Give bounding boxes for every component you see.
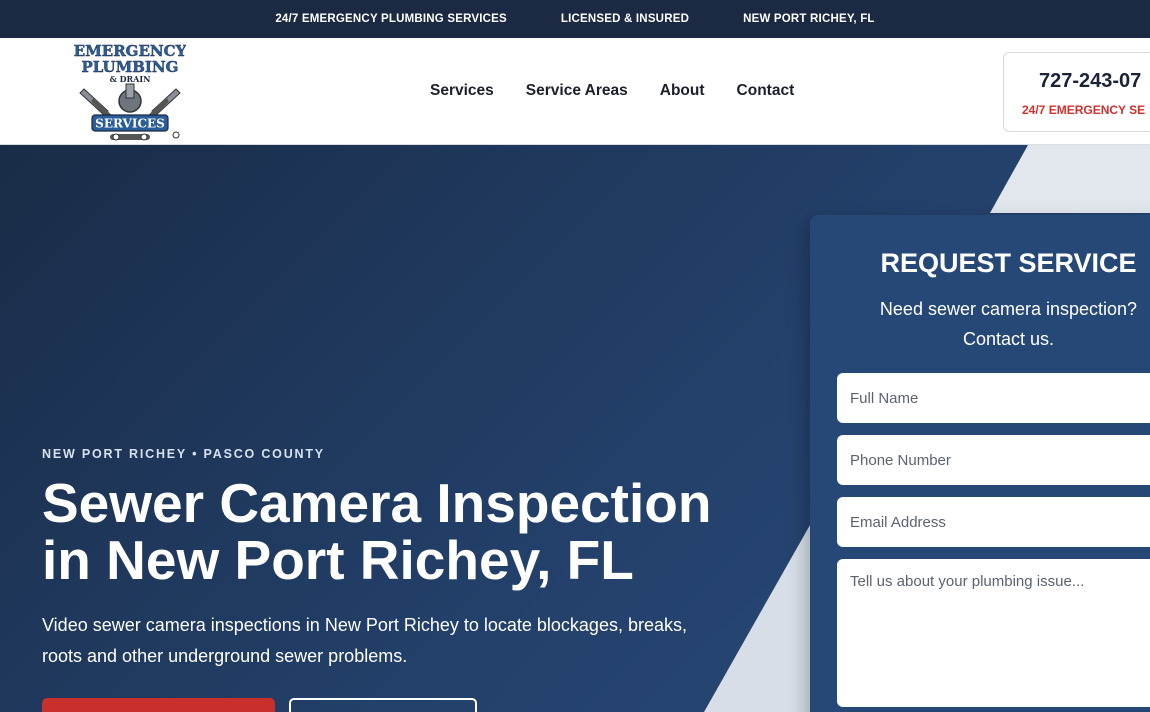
site-header: EMERGENCY PLUMBING & DRAIN SERVICES Serv… (0, 38, 1150, 145)
full-name-input[interactable] (837, 373, 1150, 423)
hero-secondary-button[interactable] (289, 698, 477, 712)
form-title: REQUEST SERVICE (880, 248, 1137, 278)
topbar-licensed-text: LICENSED & INSURED (560, 13, 690, 25)
topbar-emergency-text: 24/7 EMERGENCY PLUMBING SERVICES (275, 13, 507, 25)
phone-call-box[interactable]: 727-243-07 24/7 EMERGENCY SE (1003, 52, 1150, 132)
issue-description-textarea[interactable] (837, 559, 1150, 707)
form-subtitle-line1: Need sewer camera inspection? (879, 299, 1138, 319)
hero-title-line2: in New Port Richey, FL (42, 529, 634, 591)
hero-desc-line1: Video sewer camera inspections in New Po… (42, 615, 687, 635)
phone-number-input[interactable] (837, 435, 1150, 485)
form-subtitle-line2: Contact us. (962, 329, 1055, 349)
topbar-location-text: NEW PORT RICHEY, FL (743, 13, 875, 25)
top-right-light-wedge (990, 145, 1150, 213)
nav-services-link[interactable]: Services (430, 82, 494, 100)
phone-subtitle: 24/7 EMERGENCY SE (1022, 103, 1146, 117)
email-address-input[interactable] (837, 497, 1150, 547)
hero-title: Sewer Camera Inspection in New Port Rich… (42, 475, 762, 589)
top-announcement-bar: 24/7 EMERGENCY PLUMBING SERVICES LICENSE… (0, 0, 1150, 38)
pipe-icon (110, 133, 150, 141)
hero-title-line1: Sewer Camera Inspection (42, 472, 712, 534)
registered-mark-icon (172, 131, 180, 139)
hero-section: NEW PORT RICHEY • PASCO COUNTY Sewer Cam… (0, 145, 1150, 712)
nav-contact-link[interactable]: Contact (737, 82, 795, 100)
hero-location-eyebrow: NEW PORT RICHEY • PASCO COUNTY (42, 447, 325, 461)
phone-number[interactable]: 727-243-07 (1039, 70, 1141, 93)
hero-primary-button[interactable] (42, 698, 275, 712)
form-subtitle: Need sewer camera inspection? Contact us… (850, 294, 1150, 354)
hero-description: Video sewer camera inspections in New Po… (42, 610, 762, 672)
logo-line4-text: SERVICES (95, 117, 165, 131)
main-navigation: Services Service Areas About Contact (430, 82, 826, 100)
nav-service-areas-link[interactable]: Service Areas (526, 82, 628, 100)
request-service-form: REQUEST SERVICE Need sewer camera inspec… (810, 215, 1150, 712)
company-logo[interactable]: EMERGENCY PLUMBING & DRAIN SERVICES (74, 41, 186, 143)
logo-line3-text: & DRAIN (110, 74, 151, 84)
hero-desc-line2: roots and other underground sewer proble… (42, 646, 408, 666)
nav-about-link[interactable]: About (660, 82, 705, 100)
